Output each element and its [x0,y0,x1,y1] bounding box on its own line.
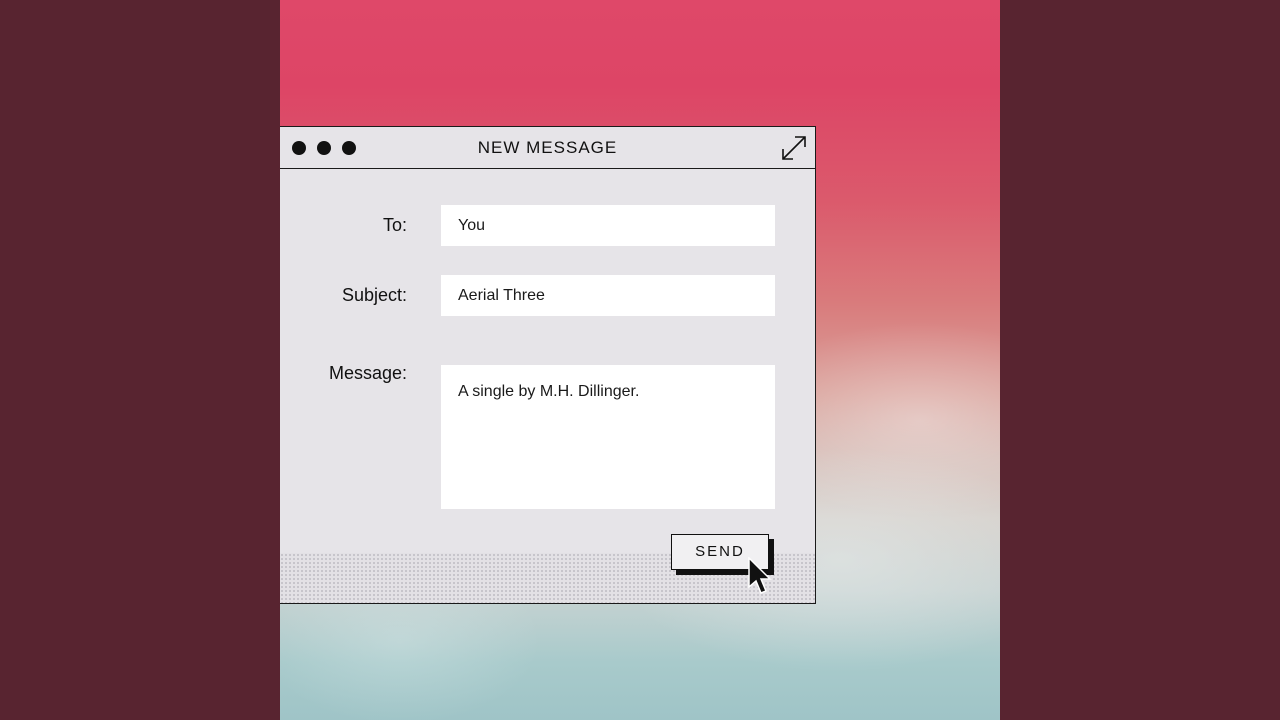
message-label: Message: [328,363,407,383]
message-field[interactable]: A single by M.H. Dillinger. [441,365,775,509]
to-field[interactable]: You [441,205,775,246]
to-label: To: [382,215,407,235]
title-bar[interactable]: NEW MESSAGE [280,127,815,169]
subject-field[interactable]: Aerial Three [441,275,775,316]
desktop-background: NEW MESSAGE To: You Subject: Aerial Thre… [0,0,1280,720]
expand-arrow-icon[interactable] [781,135,807,161]
new-message-window: NEW MESSAGE To: You Subject: Aerial Thre… [280,126,816,604]
mouse-pointer-icon [748,557,772,594]
window-title: NEW MESSAGE [477,138,618,157]
subject-label: Subject: [341,285,407,305]
